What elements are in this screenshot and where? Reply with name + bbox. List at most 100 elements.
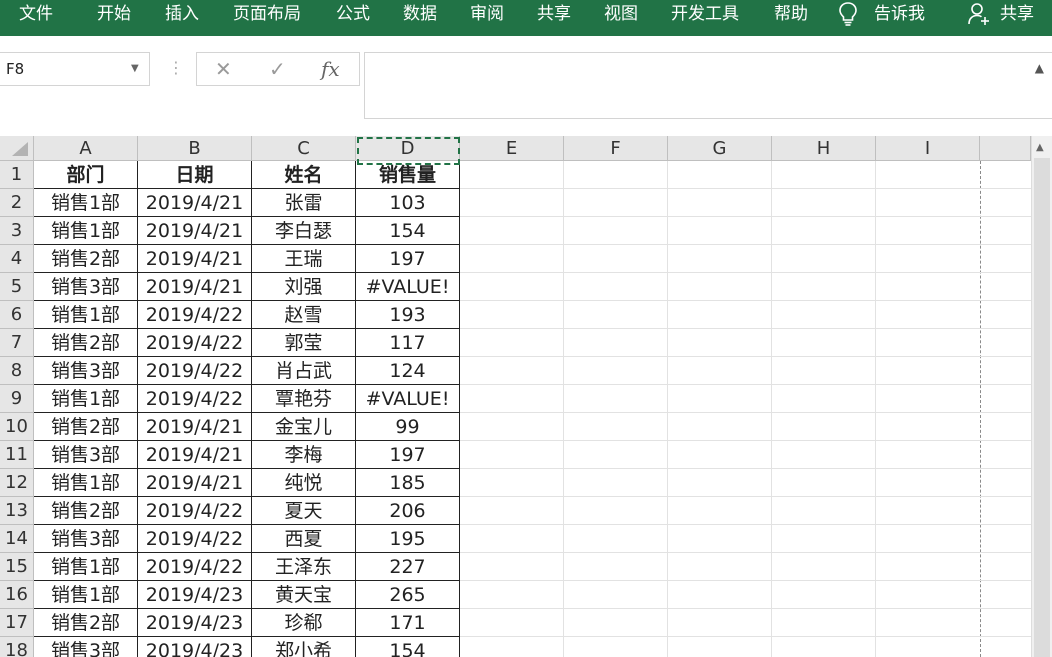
cancel-icon[interactable]: ✕ bbox=[215, 57, 232, 81]
table-cell[interactable]: 193 bbox=[356, 301, 460, 329]
enter-check-icon[interactable]: ✓ bbox=[269, 57, 286, 81]
table-cell[interactable]: 99 bbox=[356, 413, 460, 441]
table-cell[interactable]: 销售2部 bbox=[34, 413, 138, 441]
table-cell[interactable]: 覃艳芬 bbox=[252, 385, 356, 413]
col-header-5[interactable]: F bbox=[564, 136, 668, 161]
col-header-7[interactable]: H bbox=[772, 136, 876, 161]
row-header-10[interactable]: 10 bbox=[0, 413, 34, 441]
table-cell[interactable]: 销售2部 bbox=[34, 245, 138, 273]
table-cell[interactable]: 2019/4/22 bbox=[138, 385, 252, 413]
col-header-6[interactable]: G bbox=[668, 136, 772, 161]
empty-cells-row[interactable] bbox=[460, 469, 1031, 497]
empty-cells-row[interactable] bbox=[460, 525, 1031, 553]
empty-cells-row[interactable] bbox=[460, 553, 1031, 581]
empty-cells-row[interactable] bbox=[460, 301, 1031, 329]
row-header-6[interactable]: 6 bbox=[0, 301, 34, 329]
table-cell[interactable]: 李白瑟 bbox=[252, 217, 356, 245]
table-cell[interactable]: 珍郗 bbox=[252, 609, 356, 637]
table-cell[interactable]: 195 bbox=[356, 525, 460, 553]
table-cell[interactable]: 金宝儿 bbox=[252, 413, 356, 441]
insert-function-icon[interactable]: fx bbox=[321, 57, 340, 81]
table-cell[interactable]: 206 bbox=[356, 497, 460, 525]
row-header-12[interactable]: 12 bbox=[0, 469, 34, 497]
empty-cells-row[interactable] bbox=[460, 329, 1031, 357]
table-cell[interactable]: 2019/4/21 bbox=[138, 217, 252, 245]
header-cell[interactable]: 销售量 bbox=[356, 161, 460, 189]
scroll-up-arrow-icon[interactable]: ▲ bbox=[1036, 142, 1044, 153]
table-cell[interactable]: 2019/4/22 bbox=[138, 357, 252, 385]
table-cell[interactable]: 赵雪 bbox=[252, 301, 356, 329]
row-header-18[interactable]: 18 bbox=[0, 637, 34, 657]
table-cell[interactable]: 销售2部 bbox=[34, 497, 138, 525]
table-cell[interactable]: 销售1部 bbox=[34, 301, 138, 329]
empty-cells-row[interactable] bbox=[460, 637, 1031, 657]
col-header-0[interactable]: A bbox=[34, 136, 138, 161]
table-cell[interactable]: #VALUE! bbox=[356, 273, 460, 301]
table-cell[interactable]: 销售1部 bbox=[34, 553, 138, 581]
tab-home[interactable]: 开始 bbox=[97, 0, 131, 28]
table-cell[interactable]: 154 bbox=[356, 217, 460, 245]
tab-view[interactable]: 视图 bbox=[604, 0, 638, 28]
table-cell[interactable]: 销售3部 bbox=[34, 637, 138, 657]
table-cell[interactable]: 2019/4/21 bbox=[138, 245, 252, 273]
table-cell[interactable]: 王泽东 bbox=[252, 553, 356, 581]
empty-cells-row[interactable] bbox=[460, 413, 1031, 441]
col-header-4[interactable]: E bbox=[460, 136, 564, 161]
table-cell[interactable]: 2019/4/21 bbox=[138, 273, 252, 301]
row-header-16[interactable]: 16 bbox=[0, 581, 34, 609]
header-cell[interactable]: 姓名 bbox=[252, 161, 356, 189]
col-header-1[interactable]: B bbox=[138, 136, 252, 161]
table-cell[interactable]: 124 bbox=[356, 357, 460, 385]
table-cell[interactable]: 2019/4/22 bbox=[138, 329, 252, 357]
table-cell[interactable]: 2019/4/22 bbox=[138, 301, 252, 329]
table-cell[interactable]: 227 bbox=[356, 553, 460, 581]
header-cell[interactable]: 日期 bbox=[138, 161, 252, 189]
empty-cells-row[interactable] bbox=[460, 161, 1031, 189]
table-cell[interactable]: 117 bbox=[356, 329, 460, 357]
table-cell[interactable]: #VALUE! bbox=[356, 385, 460, 413]
table-cell[interactable]: 销售1部 bbox=[34, 217, 138, 245]
table-cell[interactable]: 销售3部 bbox=[34, 273, 138, 301]
table-cell[interactable]: 171 bbox=[356, 609, 460, 637]
tab-file[interactable]: 文件 bbox=[19, 0, 53, 28]
empty-cells-row[interactable] bbox=[460, 273, 1031, 301]
table-cell[interactable]: 2019/4/23 bbox=[138, 581, 252, 609]
formula-input[interactable]: ▲ bbox=[364, 52, 1052, 119]
table-cell[interactable]: 197 bbox=[356, 441, 460, 469]
table-cell[interactable]: 肖占武 bbox=[252, 357, 356, 385]
row-header-11[interactable]: 11 bbox=[0, 441, 34, 469]
table-cell[interactable]: 154 bbox=[356, 637, 460, 657]
row-header-1[interactable]: 1 bbox=[0, 161, 34, 189]
table-cell[interactable]: 纯悦 bbox=[252, 469, 356, 497]
table-cell[interactable]: 销售3部 bbox=[34, 357, 138, 385]
header-cell[interactable]: 部门 bbox=[34, 161, 138, 189]
table-cell[interactable]: 销售2部 bbox=[34, 329, 138, 357]
empty-cells-row[interactable] bbox=[460, 609, 1031, 637]
row-header-15[interactable]: 15 bbox=[0, 553, 34, 581]
worksheet-grid[interactable]: A B C D E F G H I 1 部门 日期 姓名 销售量 2 销售1部 2019/4/21 张雷 103 3 销… bbox=[0, 136, 1031, 657]
dropdown-arrow-icon[interactable]: ▼ bbox=[131, 63, 139, 74]
empty-cells-row[interactable] bbox=[460, 441, 1031, 469]
tab-review[interactable]: 审阅 bbox=[470, 0, 504, 28]
table-cell[interactable]: 刘强 bbox=[252, 273, 356, 301]
table-cell[interactable]: 夏天 bbox=[252, 497, 356, 525]
table-cell[interactable]: 2019/4/21 bbox=[138, 413, 252, 441]
table-cell[interactable]: 2019/4/23 bbox=[138, 609, 252, 637]
row-header-7[interactable]: 7 bbox=[0, 329, 34, 357]
table-cell[interactable]: 王瑞 bbox=[252, 245, 356, 273]
empty-cells-row[interactable] bbox=[460, 217, 1031, 245]
tab-help[interactable]: 帮助 bbox=[774, 0, 808, 28]
row-header-2[interactable]: 2 bbox=[0, 189, 34, 217]
table-cell[interactable]: 西夏 bbox=[252, 525, 356, 553]
name-box[interactable]: F8 ▼ bbox=[0, 52, 150, 86]
table-cell[interactable]: 2019/4/22 bbox=[138, 497, 252, 525]
empty-cells-row[interactable] bbox=[460, 581, 1031, 609]
table-cell[interactable]: 销售3部 bbox=[34, 441, 138, 469]
table-cell[interactable]: 销售1部 bbox=[34, 189, 138, 217]
row-header-8[interactable]: 8 bbox=[0, 357, 34, 385]
tab-developer[interactable]: 开发工具 bbox=[671, 0, 739, 28]
table-cell[interactable]: 销售2部 bbox=[34, 609, 138, 637]
scrollbar-thumb[interactable] bbox=[1034, 158, 1050, 657]
row-header-3[interactable]: 3 bbox=[0, 217, 34, 245]
row-header-5[interactable]: 5 bbox=[0, 273, 34, 301]
